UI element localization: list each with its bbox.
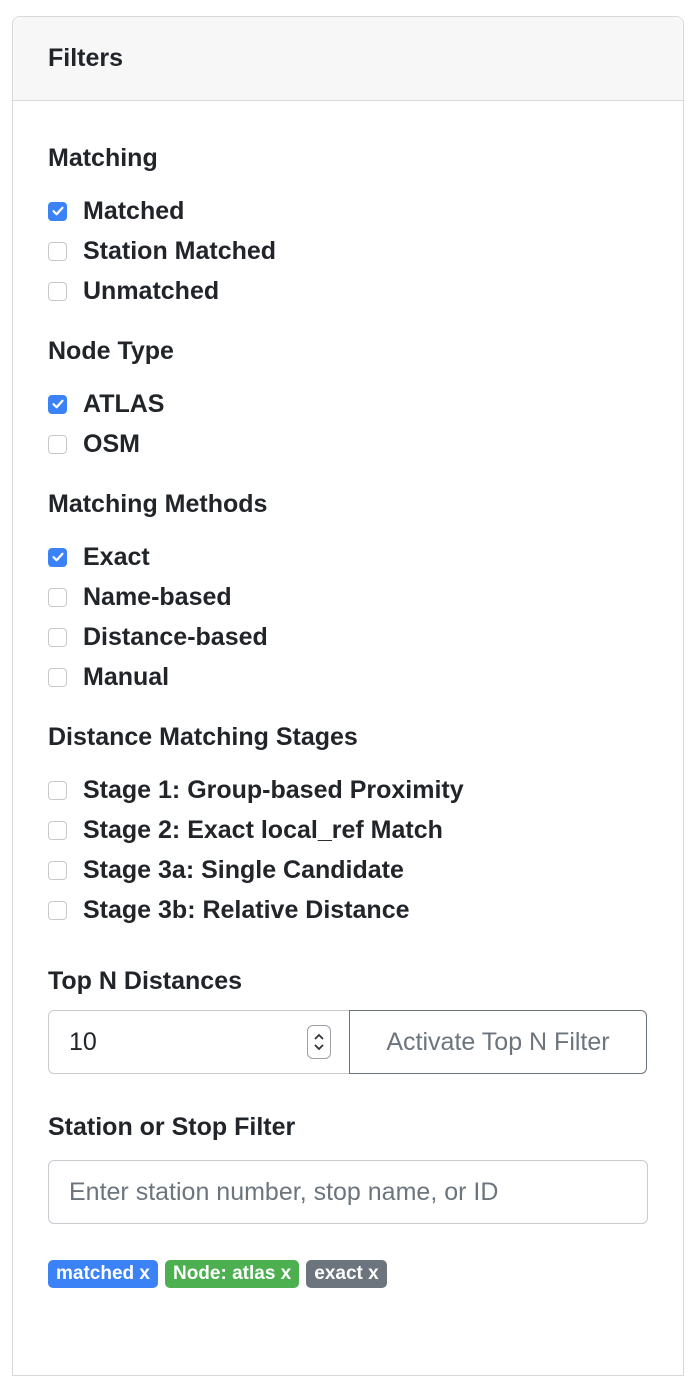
card-body: Matching Matched Station Matched Unmatched… — [13, 101, 683, 1288]
checkbox-row-stage-3b-relative-distance[interactable]: Stage 3b: Relative Distance — [48, 890, 648, 930]
number-spinner[interactable] — [307, 1025, 331, 1059]
checkbox-row-stage-3a-single-candidate[interactable]: Stage 3a: Single Candidate — [48, 850, 648, 890]
checkbox-label: Manual — [83, 662, 170, 691]
checkbox[interactable] — [48, 201, 67, 221]
matching-list: Matched Station Matched Unmatched — [48, 191, 648, 311]
checkmark-icon — [51, 552, 64, 562]
checkbox-label: Stage 3a: Single Candidate — [83, 855, 404, 884]
top-n-value: 10 — [69, 1027, 97, 1056]
checkbox[interactable] — [48, 394, 67, 414]
distance-stages-list: Stage 1: Group-based Proximity Stage 2: E… — [48, 770, 648, 930]
checkmark-icon — [51, 399, 64, 409]
station-filter-input[interactable] — [48, 1160, 648, 1224]
checkbox-label: OSM — [83, 429, 140, 458]
matching-methods-title: Matching Methods — [48, 490, 268, 518]
checkbox-row-manual[interactable]: Manual — [48, 657, 648, 697]
checkbox-row-station-matched[interactable]: Station Matched — [48, 231, 648, 271]
node-type-section: Node Type ATLAS OSM — [48, 336, 648, 464]
distance-stages-section: Distance Matching Stages Stage 1: Group-… — [48, 722, 648, 930]
checkbox-label: Matched — [83, 196, 185, 225]
activate-top-n-button[interactable]: Activate Top N Filter — [349, 1010, 647, 1074]
checkmark-icon — [51, 206, 64, 216]
top-n-number-input[interactable]: 10 — [48, 1010, 350, 1074]
top-n-section: Top N Distances 10 Activate Top N Filter — [48, 966, 648, 1074]
checkbox-row-matched[interactable]: Matched — [48, 191, 648, 231]
checkbox-label: Stage 3b: Relative Distance — [83, 895, 410, 924]
matching-section: Matching Matched Station Matched Unmatched — [48, 143, 648, 311]
matching-methods-list: Exact Name-based Distance-based Manual — [48, 537, 648, 697]
checkbox-label: Stage 1: Group-based Proximity — [83, 775, 464, 804]
filters-card: Filters Matching Matched Station Matched U… — [12, 16, 684, 1376]
checkbox-row-name-based[interactable]: Name-based — [48, 577, 648, 617]
checkbox-label: Station Matched — [83, 236, 277, 265]
matching-title: Matching — [48, 144, 158, 172]
checkbox[interactable] — [48, 241, 67, 261]
checkbox-row-osm[interactable]: OSM — [48, 424, 648, 464]
checkbox-label: Unmatched — [83, 276, 220, 305]
checkbox[interactable] — [48, 587, 67, 607]
checkbox-row-stage-1-group-based-proximity[interactable]: Stage 1: Group-based Proximity — [48, 770, 648, 810]
active-filter-badges: matched x Node: atlas x exact x — [48, 1260, 648, 1288]
matching-methods-section: Matching Methods Exact Name-based Distance… — [48, 489, 648, 697]
filter-badge-exact[interactable]: exact x — [306, 1260, 387, 1288]
checkbox[interactable] — [48, 667, 67, 687]
checkbox-label: Distance-based — [83, 622, 268, 651]
checkbox-row-stage-2-exact-local-ref-match[interactable]: Stage 2: Exact local_ref Match — [48, 810, 648, 850]
checkbox-label: ATLAS — [83, 389, 165, 418]
checkbox-row-exact[interactable]: Exact — [48, 537, 648, 577]
checkbox-label: Stage 2: Exact local_ref Match — [83, 815, 443, 844]
station-filter-section: Station or Stop Filter — [48, 1112, 648, 1224]
station-filter-title: Station or Stop Filter — [48, 1113, 296, 1141]
filters-title: Filters — [48, 44, 124, 72]
checkbox-row-distance-based[interactable]: Distance-based — [48, 617, 648, 657]
checkbox[interactable] — [48, 547, 67, 567]
checkbox-label: Name-based — [83, 582, 232, 611]
node-type-title: Node Type — [48, 337, 174, 365]
checkbox[interactable] — [48, 820, 67, 840]
checkbox[interactable] — [48, 900, 67, 920]
chevron-down-icon[interactable] — [313, 1042, 325, 1052]
checkbox-row-atlas[interactable]: ATLAS — [48, 384, 648, 424]
checkbox-label: Exact — [83, 542, 150, 571]
filter-badge-matched[interactable]: matched x — [48, 1260, 158, 1288]
checkbox[interactable] — [48, 627, 67, 647]
checkbox[interactable] — [48, 780, 67, 800]
card-header: Filters — [13, 17, 683, 101]
top-n-input-group: 10 Activate Top N Filter — [48, 1010, 648, 1074]
checkbox[interactable] — [48, 434, 67, 454]
checkbox[interactable] — [48, 281, 67, 301]
distance-stages-title: Distance Matching Stages — [48, 723, 358, 751]
filter-badge-node-atlas[interactable]: Node: atlas x — [164, 1260, 300, 1288]
checkbox[interactable] — [48, 860, 67, 880]
checkbox-row-unmatched[interactable]: Unmatched — [48, 271, 648, 311]
node-type-list: ATLAS OSM — [48, 384, 648, 464]
chevron-up-icon[interactable] — [313, 1032, 325, 1042]
top-n-title: Top N Distances — [48, 967, 243, 995]
